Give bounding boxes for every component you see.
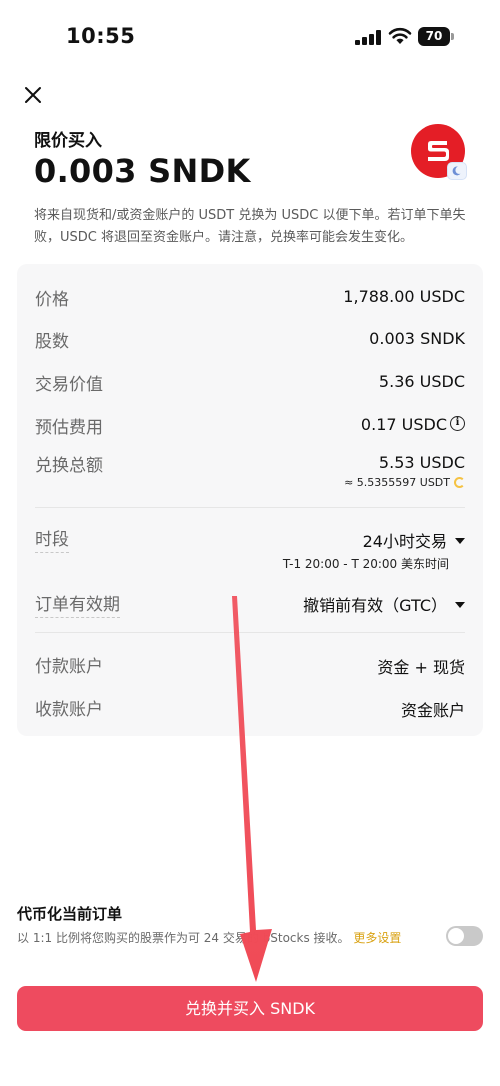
- validity-value: 撤销前有效（GTC）: [303, 596, 447, 615]
- divider: [35, 632, 465, 633]
- validity-label[interactable]: 订单有效期: [35, 590, 120, 618]
- tokenize-toggle[interactable]: [446, 926, 483, 946]
- cellular-signal-icon: [355, 30, 381, 45]
- chevron-down-icon: [455, 537, 465, 544]
- more-settings-link[interactable]: 更多设置: [353, 931, 401, 945]
- price-label: 价格: [35, 290, 69, 310]
- tokenize-title: 代币化当前订单: [17, 905, 123, 923]
- conversion-notice: 将来自现货和/或资金账户的 USDT 兑换为 USDC 以便下单。若订单下单失败…: [34, 208, 466, 245]
- price-value: 1,788.00 USDC: [343, 287, 465, 306]
- order-details-card: 价格 1,788.00 USDC 股数 0.003 SNDK 交易价值 5.36…: [17, 264, 483, 736]
- estimated-fee-row: 0.17 USDC i: [361, 415, 465, 434]
- chevron-down-icon: [455, 601, 465, 608]
- trade-value-value: 5.36 USDC: [378, 372, 465, 391]
- logo-s-glyph: [428, 141, 449, 161]
- convert-and-buy-button[interactable]: 兑换并买入 SNDK: [17, 986, 483, 1031]
- toggle-knob: [448, 928, 464, 944]
- shares-label: 股数: [35, 332, 69, 352]
- receiving-account-label: 收款账户: [35, 700, 103, 720]
- conversion-total-usdt: ≈ 5.5355597 USDT: [344, 476, 450, 489]
- estimated-fee-value: 0.17 USDC: [360, 415, 447, 434]
- session-select[interactable]: 24小时交易: [363, 528, 465, 552]
- wifi-icon: [388, 27, 412, 44]
- conversion-total-value: 5.53 USDC: [378, 453, 465, 472]
- trade-value-label: 交易价值: [35, 375, 103, 395]
- session-label[interactable]: 时段: [35, 525, 69, 553]
- validity-select[interactable]: 撤销前有效（GTC）: [303, 592, 465, 616]
- order-type-label: 限价买入: [34, 131, 102, 151]
- estimated-fee-label: 预估费用: [35, 418, 103, 438]
- close-icon[interactable]: [22, 84, 44, 106]
- order-amount: 0.003 SNDK: [34, 152, 251, 190]
- tokenize-desc-text: 以 1:1 比例将您购买的股票作为可 24 交易的 bStocks 接收。: [17, 931, 350, 945]
- payment-account-label: 付款账户: [35, 657, 103, 677]
- conversion-total-sub: ≈ 5.5355597 USDT: [344, 476, 465, 489]
- battery-icon: 70: [418, 27, 454, 46]
- status-time: 10:55: [66, 24, 136, 48]
- sandisk-logo-icon: [411, 124, 467, 180]
- conversion-total-label: 兑换总额: [35, 456, 103, 476]
- session-hours: T-1 20:00 - T 20:00 美东时间: [282, 557, 449, 571]
- divider: [35, 507, 465, 508]
- info-icon[interactable]: i: [450, 416, 465, 431]
- moon-icon: [447, 162, 467, 180]
- session-value: 24小时交易: [362, 532, 447, 551]
- tokenize-description: 以 1:1 比例将您购买的股票作为可 24 交易的 bStocks 接收。 更多…: [17, 928, 432, 949]
- payment-account-value: 资金 + 现货: [377, 658, 465, 677]
- status-bar: 10:55 70: [0, 0, 500, 70]
- receiving-account-value: 资金账户: [400, 701, 465, 720]
- shares-value: 0.003 SNDK: [369, 329, 465, 348]
- refresh-spinner-icon: [454, 476, 465, 488]
- battery-level: 70: [418, 27, 450, 46]
